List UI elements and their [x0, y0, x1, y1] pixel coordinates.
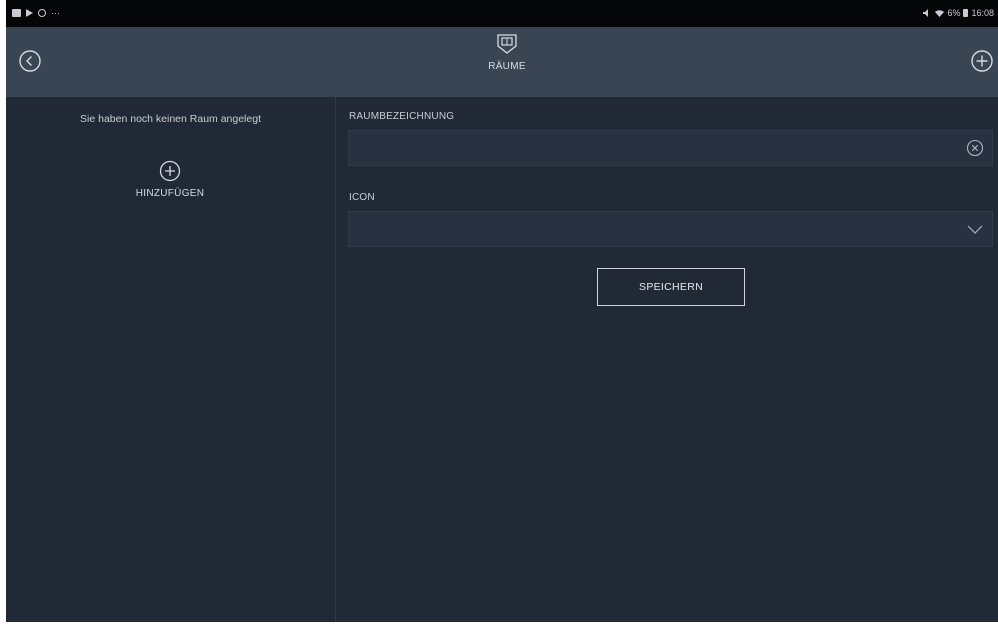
clear-circle-icon [966, 139, 984, 157]
add-circle-icon [971, 50, 993, 72]
header-title-block: RÄUME [472, 33, 542, 72]
empty-rooms-message: Sie haben noch keinen Raum angelegt [80, 113, 261, 125]
back-circle-icon [19, 50, 41, 72]
status-bar-left: ··· [12, 8, 60, 18]
room-name-field [348, 130, 993, 166]
plus-circle-icon [159, 160, 181, 182]
chevron-down-icon [967, 225, 983, 234]
back-button[interactable] [18, 49, 42, 73]
gallery-icon [12, 9, 21, 17]
icon-label: ICON [349, 192, 375, 203]
battery-percent: 6% [947, 8, 961, 18]
battery-icon [963, 9, 969, 17]
browser-icon [38, 9, 46, 17]
more-icon: ··· [51, 8, 60, 18]
app-screen: ··· 6% 16:08 RÄUME Sie haben noch keinen… [6, 0, 998, 622]
save-button[interactable]: SPEICHERN [597, 268, 745, 306]
wifi-icon [935, 10, 945, 17]
room-door-icon [497, 34, 517, 54]
icon-select[interactable] [348, 211, 993, 247]
room-name-label: RAUMBEZEICHNUNG [349, 111, 455, 122]
add-room-label: HINZUFÜGEN [135, 188, 205, 199]
clear-button[interactable] [966, 139, 984, 157]
mute-icon [923, 9, 929, 17]
clock: 16:08 [971, 8, 994, 18]
status-bar: ··· 6% 16:08 [6, 0, 998, 27]
icon-select-value[interactable] [349, 212, 949, 246]
app-header: RÄUME [6, 27, 998, 97]
page-title: RÄUME [488, 61, 526, 72]
status-bar-right: 6% 16:08 [923, 8, 994, 18]
dropdown-toggle[interactable] [966, 220, 984, 238]
play-store-icon [26, 9, 33, 17]
add-room-button[interactable]: HINZUFÜGEN [120, 160, 220, 199]
room-name-input[interactable] [349, 131, 949, 165]
panel-divider [335, 97, 336, 622]
add-button[interactable] [970, 49, 994, 73]
